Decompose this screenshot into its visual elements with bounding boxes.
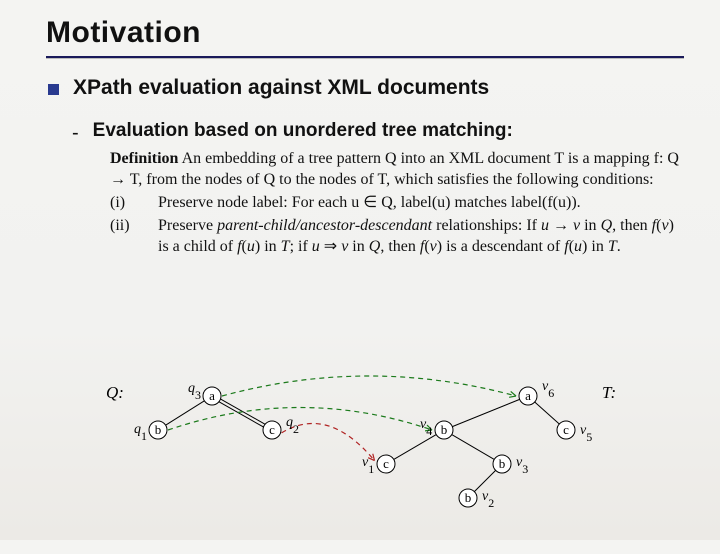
svg-text:q2: q2 [286,415,299,436]
svg-text:b: b [465,490,472,505]
definition-sentence: An embedding of a tree pattern Q into an… [110,150,679,188]
condition-1-num: (i) [110,192,136,213]
svg-text:c: c [383,456,389,471]
bullet-row-1: XPath evaluation against XML documents [48,76,684,100]
svg-text:v1: v1 [362,455,374,476]
svg-text:v3: v3 [516,455,528,476]
svg-text:v5: v5 [580,423,592,444]
bullet-dash-icon: - [72,123,79,143]
svg-text:v6: v6 [542,379,554,400]
svg-text:q3: q3 [188,381,201,402]
condition-2-span: Preserve parent-child/ancestor-descendan… [158,217,674,255]
svg-text:v4: v4 [420,417,432,438]
definition-lead: Definition An embedding of a tree patter… [110,148,684,190]
svg-text:a: a [209,388,215,403]
svg-text:c: c [269,422,275,437]
condition-2-num: (ii) [110,215,136,257]
bullet-2-text: Evaluation based on unordered tree match… [93,120,513,142]
svg-text:v2: v2 [482,489,494,510]
svg-text:a: a [525,388,531,403]
slide-title: Motivation [46,16,684,50]
svg-text:b: b [499,456,506,471]
bullet-square-icon [48,84,59,95]
definition-keyword: Definition [110,150,178,167]
svg-text:q1: q1 [134,422,147,443]
tree-diagram: Q: T: a q3 b q1 c q2 a v6 b v4 c v5 c v1 b v3 b v2 [62,368,662,528]
condition-2: (ii) Preserve parent-child/ancestor-desc… [110,215,684,257]
definition-block: Definition An embedding of a tree patter… [110,148,684,258]
bullet-1-text: XPath evaluation against XML documents [73,76,489,100]
svg-text:c: c [563,422,569,437]
condition-1: (i) Preserve node label: For each u ∈ Q,… [110,192,684,213]
svg-text:Q:: Q: [106,383,124,402]
condition-1-text: Preserve node label: For each u ∈ Q, lab… [158,192,684,213]
condition-2-text: Preserve parent-child/ancestor-descendan… [158,215,684,257]
svg-text:b: b [155,422,162,437]
svg-text:T:: T: [602,383,616,402]
title-underline [46,56,684,58]
bullet-row-2: - Evaluation based on unordered tree mat… [72,120,684,143]
svg-text:b: b [441,422,448,437]
